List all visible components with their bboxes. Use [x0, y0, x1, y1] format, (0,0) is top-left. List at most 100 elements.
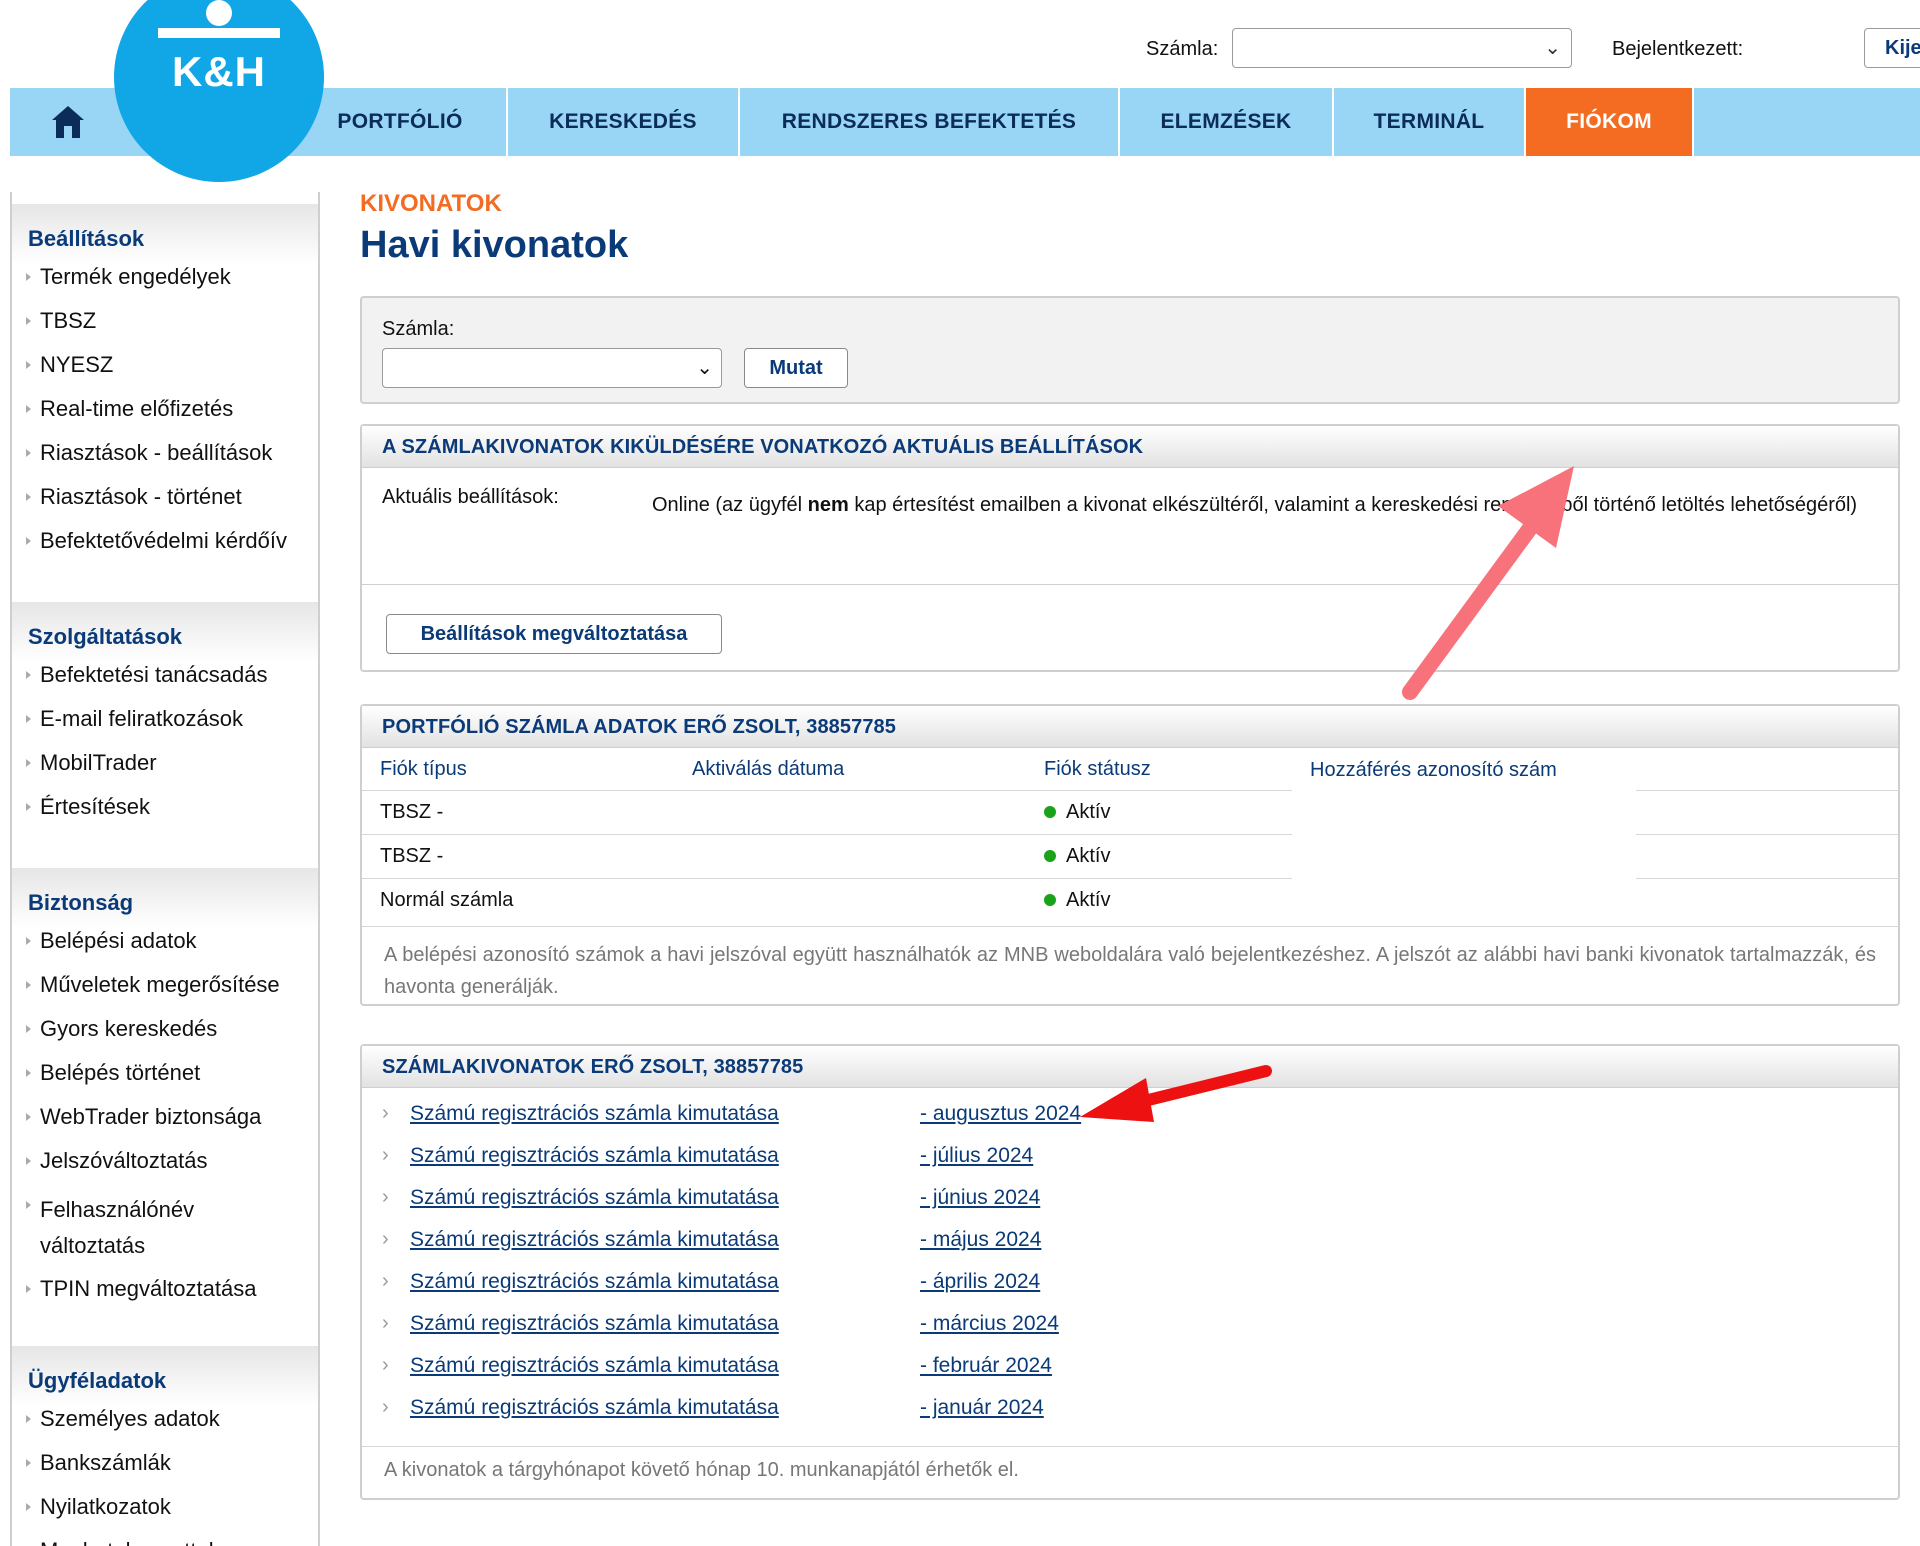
column-header: Fiók típus: [380, 758, 467, 781]
chevron-right-icon: ›: [382, 1144, 389, 1166]
panel-heading: SZÁMLAKIVONATOK ERŐ ZSOLT, 38857785: [362, 1046, 1898, 1088]
logo-text: K&H: [172, 48, 266, 95]
sidebar-item[interactable]: Belépési adatok: [12, 928, 318, 954]
account-type: Normál számla: [362, 877, 674, 922]
sidebar-item[interactable]: Meghatalmazottak: [12, 1538, 318, 1546]
nav-regular-investment[interactable]: RENDSZERES BEFEKTETÉS: [740, 88, 1120, 156]
column-header: Aktiválás dátuma: [692, 758, 845, 781]
sidebar-heading: Szolgáltatások: [12, 602, 318, 662]
chevron-right-icon: ›: [382, 1102, 389, 1124]
account-status: Aktív: [1026, 833, 1292, 878]
nav-analyses[interactable]: ELEMZÉSEK: [1120, 88, 1334, 156]
sidebar-section-customer-data: Ügyféladatok Személyes adatok Bankszámlá…: [12, 1346, 318, 1546]
logout-button[interactable]: Kijelentkezés: [1864, 28, 1920, 68]
account-type: TBSZ -: [362, 833, 674, 878]
statement-link[interactable]: Számú regisztrációs számla kimutatása: [410, 1228, 779, 1252]
filter-account-select[interactable]: ⌄: [382, 348, 722, 388]
change-settings-button[interactable]: Beállítások megváltoztatása: [386, 614, 722, 654]
settings-text: Online (az ügyfél nem kap értesítést ema…: [652, 494, 1858, 516]
account-table: Fiók típus Aktiválás dátuma Fiók státusz…: [362, 750, 1898, 922]
sidebar-item[interactable]: Befektetővédelmi kérdőív: [12, 528, 318, 554]
statement-month-link[interactable]: - július 2024: [920, 1144, 1033, 1168]
column-header: Fiók státusz: [1044, 758, 1151, 781]
account-select[interactable]: ⌄: [1232, 28, 1572, 68]
show-button[interactable]: Mutat: [744, 348, 848, 388]
sidebar-item[interactable]: TBSZ: [12, 308, 318, 334]
sidebar-item[interactable]: Felhasználónév változtatás: [12, 1192, 232, 1264]
page-title: Havi kivonatok: [360, 224, 629, 266]
sidebar-item[interactable]: Bankszámlák: [12, 1450, 318, 1476]
sidebar-item[interactable]: Műveletek megerősítése: [12, 972, 318, 998]
filter-label: Számla:: [382, 318, 455, 340]
chevron-right-icon: ›: [382, 1312, 389, 1334]
settings-label: Aktuális beállítások:: [382, 486, 559, 508]
sidebar-heading: Biztonság: [12, 868, 318, 928]
home-icon: [52, 106, 84, 138]
chevron-down-icon: ⌄: [1544, 37, 1561, 59]
statements-note: A kivonatok a tárgyhónapot követő hónap …: [362, 1446, 1898, 1482]
statement-month-link[interactable]: - augusztus 2024: [920, 1102, 1081, 1126]
chevron-right-icon: ›: [382, 1270, 389, 1292]
nav-home[interactable]: [10, 88, 116, 156]
status-dot-icon: [1044, 893, 1056, 906]
sidebar-item[interactable]: Riasztások - történet: [12, 484, 318, 510]
sidebar-item[interactable]: MobilTrader: [12, 750, 318, 776]
statement-month-link[interactable]: - június 2024: [920, 1186, 1040, 1210]
sidebar-section-settings: Beállítások Termék engedélyek TBSZ NYESZ…: [12, 204, 318, 572]
sidebar: Beállítások Termék engedélyek TBSZ NYESZ…: [10, 192, 320, 1546]
account-label: Számla:: [1146, 38, 1219, 60]
statement-month-link[interactable]: - január 2024: [920, 1396, 1044, 1420]
statement-settings-panel: A SZÁMLAKIVONATOK KIKÜLDÉSÉRE VONATKOZÓ …: [360, 424, 1900, 672]
statement-link[interactable]: Számú regisztrációs számla kimutatása: [410, 1312, 779, 1336]
main-content: KIVONATOK Havi kivonatok Számla: ⌄ Mutat…: [360, 190, 1900, 1500]
table-row: TBSZ - Aktív: [362, 789, 1898, 834]
statement-month-link[interactable]: - május 2024: [920, 1228, 1041, 1252]
divider: [362, 584, 1898, 585]
statements-panel: SZÁMLAKIVONATOK ERŐ ZSOLT, 38857785 › Szá…: [360, 1044, 1900, 1500]
sidebar-item[interactable]: NYESZ: [12, 352, 318, 378]
sidebar-item[interactable]: Belépés történet: [12, 1060, 318, 1086]
table-row: TBSZ - Aktív: [362, 833, 1898, 878]
sidebar-item[interactable]: Nyilatkozatok: [12, 1494, 318, 1520]
sidebar-item[interactable]: Riasztások - beállítások: [12, 440, 318, 466]
sidebar-heading: Ügyféladatok: [12, 1346, 318, 1406]
sidebar-section-services: Szolgáltatások Befektetési tanácsadás E-…: [12, 602, 318, 838]
statement-link[interactable]: Számú regisztrációs számla kimutatása: [410, 1396, 779, 1420]
account-status: Aktív: [1026, 877, 1292, 922]
sidebar-item[interactable]: Jelszóváltoztatás: [12, 1148, 318, 1174]
page-kicker: KIVONATOK: [360, 190, 502, 217]
statement-link[interactable]: Számú regisztrációs számla kimutatása: [410, 1102, 779, 1126]
sidebar-item[interactable]: Termék engedélyek: [12, 264, 318, 290]
sidebar-item[interactable]: WebTrader biztonsága: [12, 1104, 318, 1130]
column-header: Hozzáférés azonosító szám: [1310, 758, 1557, 781]
statement-link[interactable]: Számú regisztrációs számla kimutatása: [410, 1186, 779, 1210]
table-header-row: Fiók típus Aktiválás dátuma Fiók státusz…: [362, 750, 1898, 790]
sidebar-item[interactable]: Értesítések: [12, 794, 318, 820]
chevron-right-icon: ›: [382, 1396, 389, 1418]
statement-month-link[interactable]: - április 2024: [920, 1270, 1040, 1294]
account-note: A belépési azonosító számok a havi jelsz…: [362, 926, 1898, 1003]
account-status: Aktív: [1026, 789, 1292, 834]
sidebar-item[interactable]: Befektetési tanácsadás: [12, 662, 318, 688]
sidebar-item[interactable]: Real-time előfizetés: [12, 396, 318, 422]
sidebar-heading: Beállítások: [12, 204, 318, 264]
nav-portfolio[interactable]: PORTFÓLIÓ: [294, 88, 508, 156]
statement-month-link[interactable]: - március 2024: [920, 1312, 1059, 1336]
table-row: Normál számla Aktív: [362, 877, 1898, 922]
sidebar-item[interactable]: TPIN megváltoztatása: [12, 1276, 318, 1302]
chevron-right-icon: ›: [382, 1186, 389, 1208]
status-dot-icon: [1044, 805, 1056, 818]
sidebar-item[interactable]: Gyors kereskedés: [12, 1016, 318, 1042]
account-data-panel: PORTFÓLIÓ SZÁMLA ADATOK ERŐ ZSOLT, 38857…: [360, 704, 1900, 1006]
logged-in-label: Bejelentkezett:: [1612, 38, 1744, 60]
nav-trading[interactable]: KERESKEDÉS: [508, 88, 740, 156]
sidebar-item[interactable]: E-mail feliratkozások: [12, 706, 318, 732]
sidebar-item[interactable]: Személyes adatok: [12, 1406, 318, 1432]
nav-terminal[interactable]: TERMINÁL: [1334, 88, 1526, 156]
chevron-down-icon: ⌄: [696, 357, 713, 379]
statement-link[interactable]: Számú regisztrációs számla kimutatása: [410, 1144, 779, 1168]
statement-link[interactable]: Számú regisztrációs számla kimutatása: [410, 1270, 779, 1294]
statement-link[interactable]: Számú regisztrációs számla kimutatása: [410, 1354, 779, 1378]
statement-month-link[interactable]: - február 2024: [920, 1354, 1052, 1378]
nav-my-account[interactable]: FIÓKOM: [1526, 88, 1694, 156]
